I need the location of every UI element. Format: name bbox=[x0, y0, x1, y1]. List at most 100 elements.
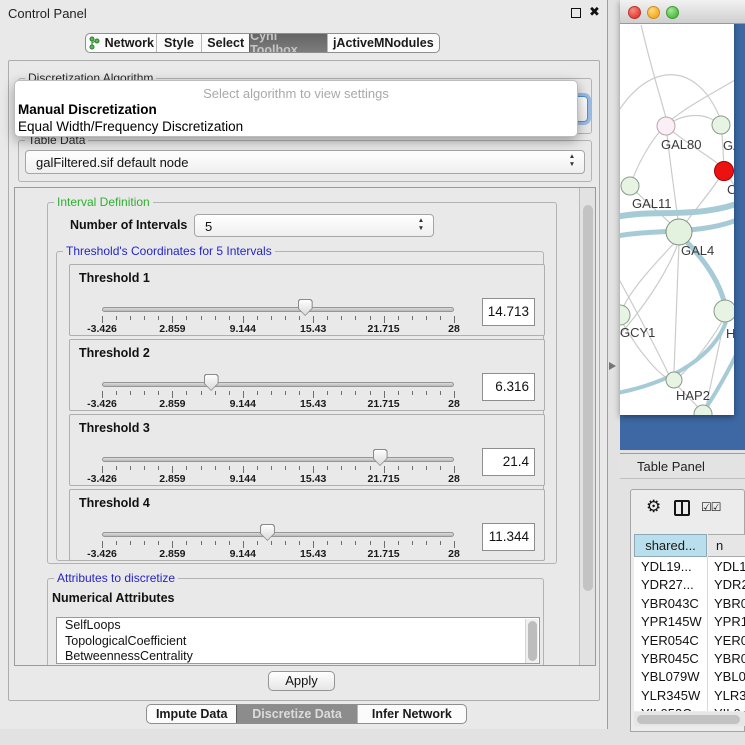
dropdown-option-manual-discretization[interactable]: Manual Discretization bbox=[18, 102, 157, 117]
table-row[interactable]: YDL19...YDL1 bbox=[634, 557, 745, 575]
spinner-arrows-icon: ▲▼ bbox=[416, 217, 426, 233]
tab-style[interactable]: Style bbox=[156, 34, 202, 52]
slider-tick bbox=[299, 466, 300, 470]
attribute-list-item[interactable]: BetweennessCentrality bbox=[57, 649, 539, 664]
node-gcy1[interactable] bbox=[620, 305, 630, 325]
numerical-attributes-list[interactable]: SelfLoopsTopologicalCoefficientBetweenne… bbox=[56, 617, 540, 664]
network-canvas[interactable]: GAL80 GA C GAL11 GAL4 GCY1 H HAP2 bbox=[620, 25, 734, 415]
threshold-label: Threshold 1 bbox=[79, 271, 150, 285]
node-gal4[interactable] bbox=[666, 219, 692, 245]
list-scrollbar-thumb[interactable] bbox=[528, 621, 537, 661]
slider-tick bbox=[243, 391, 244, 398]
float-window-icon[interactable] bbox=[571, 8, 581, 18]
slider-tick bbox=[370, 391, 371, 395]
table-rows: YDL19...YDL1YDR27...YDR2YBR043CYBR0YPR14… bbox=[634, 557, 745, 711]
number-of-intervals-spinner[interactable]: 5 ▲▼ bbox=[194, 214, 434, 237]
settings-scrollbar-thumb[interactable] bbox=[583, 205, 593, 591]
desktop-strip bbox=[0, 729, 608, 745]
slider-tick bbox=[186, 541, 187, 545]
threshold-slider-track[interactable] bbox=[102, 532, 454, 537]
table-row[interactable]: YBL079WYBL0 bbox=[634, 667, 745, 685]
threshold-slider-track[interactable] bbox=[102, 382, 454, 387]
table-hscrollbar[interactable] bbox=[634, 712, 745, 726]
slider-tick bbox=[257, 316, 258, 320]
cell-shared-name: YDR27... bbox=[641, 577, 694, 592]
node-red-selected[interactable] bbox=[715, 162, 734, 181]
threshold-value-field[interactable]: 11.344 bbox=[482, 523, 535, 551]
column-header-shared-name[interactable]: shared... bbox=[634, 534, 707, 557]
tab-infer-network[interactable]: Infer Network bbox=[357, 705, 466, 723]
slider-tick-label: 28 bbox=[448, 323, 460, 335]
table-hscrollbar-thumb[interactable] bbox=[637, 715, 740, 724]
threshold-value-field[interactable]: 14.713 bbox=[482, 298, 535, 326]
node-gal11[interactable] bbox=[621, 177, 639, 195]
threshold-slider-thumb[interactable] bbox=[260, 524, 275, 541]
tab-discretize-data[interactable]: Discretize Data bbox=[236, 705, 356, 723]
dropdown-option-equal-width-frequency[interactable]: Equal Width/Frequency Discretization bbox=[18, 119, 243, 134]
table-row[interactable]: YIL052CYIL0 bbox=[634, 704, 745, 711]
slider-tick bbox=[313, 391, 314, 398]
slider-tick bbox=[370, 316, 371, 320]
table-panel: ⚙ ☑☑ shared... n YDL19...YDL1YDR27...YDR… bbox=[630, 489, 745, 732]
tab-select[interactable]: Select bbox=[201, 34, 249, 52]
slider-tick bbox=[215, 316, 216, 320]
number-of-intervals-value: 5 bbox=[205, 219, 212, 234]
thresholds-group: Threshold's Coordinates for 5 Intervals … bbox=[56, 251, 544, 561]
slider-tick bbox=[454, 466, 455, 473]
slider-tick bbox=[355, 391, 356, 395]
threshold-slider-thumb[interactable] bbox=[373, 449, 388, 466]
tab-impute-data[interactable]: Impute Data bbox=[147, 705, 236, 723]
table-data-combobox[interactable]: galFiltered.sif default node ▲▼ bbox=[25, 150, 585, 174]
close-icon[interactable]: ✖ bbox=[589, 4, 600, 20]
node-right-clipped[interactable] bbox=[714, 300, 734, 322]
node-label-clipped-mid: C bbox=[727, 182, 734, 197]
cell-shared-name: YLR345W bbox=[641, 688, 700, 703]
column-header-name[interactable]: n bbox=[708, 534, 745, 557]
settings-scrollbar[interactable] bbox=[579, 188, 595, 665]
network-edges bbox=[620, 25, 734, 410]
slider-tick bbox=[412, 316, 413, 320]
table-row[interactable]: YBR043CYBR0 bbox=[634, 594, 745, 612]
tab-cyni-toolbox[interactable]: Cyni Toolbox bbox=[249, 34, 327, 52]
minimize-traffic-light-icon[interactable] bbox=[647, 6, 660, 19]
list-scrollbar[interactable] bbox=[525, 619, 538, 664]
interval-definition-label: Interval Definition bbox=[54, 195, 153, 209]
tab-jactivemnodules[interactable]: jActiveMNodules bbox=[327, 34, 439, 52]
table-row[interactable]: YDR27...YDR2 bbox=[634, 575, 745, 593]
cell-name: YDL1 bbox=[714, 559, 745, 574]
cell-shared-name: YBR043C bbox=[641, 596, 699, 611]
threshold-slider-thumb[interactable] bbox=[204, 374, 219, 391]
slider-tick-label: 2.859 bbox=[159, 323, 185, 335]
threshold-value-field[interactable]: 21.4 bbox=[482, 448, 535, 476]
threshold-slider-track[interactable] bbox=[102, 457, 454, 462]
attribute-list-item[interactable]: SelfLoops bbox=[57, 618, 539, 634]
threshold-slider-thumb[interactable] bbox=[298, 299, 313, 316]
threshold-label: Threshold 2 bbox=[79, 346, 150, 360]
network-window-titlebar[interactable] bbox=[620, 0, 745, 24]
table-row[interactable]: YER054CYER0 bbox=[634, 631, 745, 649]
threshold-value-field[interactable]: 6.316 bbox=[482, 373, 535, 401]
table-row[interactable]: YPR145WYPR1 bbox=[634, 612, 745, 630]
zoom-traffic-light-icon[interactable] bbox=[666, 6, 679, 19]
node-green-top-right[interactable] bbox=[712, 116, 730, 134]
slider-tick bbox=[398, 391, 399, 395]
close-traffic-light-icon[interactable] bbox=[628, 6, 641, 19]
slider-tick bbox=[158, 391, 159, 395]
slider-tick bbox=[172, 541, 173, 548]
slider-tick-label: 2.859 bbox=[159, 473, 185, 485]
table-row[interactable]: YBR045CYBR0 bbox=[634, 649, 745, 667]
network-nodes[interactable] bbox=[620, 116, 734, 415]
columns-icon[interactable] bbox=[674, 500, 690, 516]
threshold-slider-track[interactable] bbox=[102, 307, 454, 312]
gear-icon[interactable]: ⚙ bbox=[646, 497, 661, 517]
select-columns-icon[interactable]: ☑☑ bbox=[701, 500, 721, 514]
slider-tick bbox=[116, 391, 117, 395]
apply-button[interactable]: Apply bbox=[268, 671, 335, 691]
attributes-group: Attributes to discretize Numerical Attri… bbox=[47, 578, 544, 666]
node-pink[interactable] bbox=[657, 117, 675, 135]
table-row[interactable]: YLR345WYLR3 bbox=[634, 686, 745, 704]
node-hap2[interactable] bbox=[666, 372, 682, 388]
tab-network[interactable]: Network bbox=[86, 34, 156, 52]
node-label-gcy1: GCY1 bbox=[620, 325, 655, 340]
attribute-list-item[interactable]: TopologicalCoefficient bbox=[57, 634, 539, 650]
